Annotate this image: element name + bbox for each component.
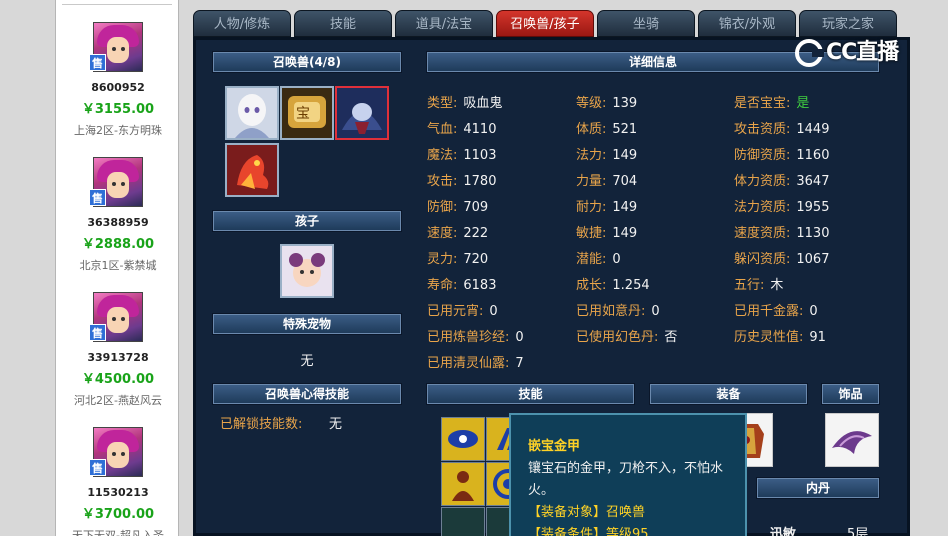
sale-badge: 售 <box>89 459 106 476</box>
sale-badge: 售 <box>89 189 106 206</box>
skills-header: 技能 <box>426 383 635 405</box>
svg-text:宝: 宝 <box>296 106 310 122</box>
tooltip-equip-requirement: 【装备条件】等级95 <box>528 527 649 536</box>
stat-element: 五行: 木 <box>734 278 784 293</box>
stat-type: 类型: 吸血鬼 <box>427 96 503 111</box>
tooltip-equip-target: 【装备对象】召唤兽 <box>528 505 646 520</box>
skill-slot[interactable] <box>441 417 485 461</box>
stat-constitution: 体质: 521 <box>576 122 638 137</box>
listing-price: ￥4500.00 <box>81 372 155 387</box>
neidan-header: 内丹 <box>756 477 880 499</box>
child-avatar-icon <box>282 246 332 296</box>
stat-hp-apt: 体力资质: 3647 <box>734 174 830 189</box>
ghost-pet-icon <box>227 88 277 138</box>
neidan-name: 迅敏 <box>770 527 797 536</box>
golden-beast-pet-icon: 宝 <box>282 88 332 138</box>
ornament-wing-icon <box>832 431 872 454</box>
unlocked-skills-label: 已解锁技能数: <box>220 417 303 432</box>
stat-lianshou: 已用炼兽珍经: 0 <box>427 330 524 345</box>
listing-price: ￥2888.00 <box>81 237 155 252</box>
special-pet-header: 特殊宠物 <box>212 313 402 335</box>
vampire-pet-icon <box>337 88 387 138</box>
logo-text: CC直播 <box>826 40 899 65</box>
equip-header: 装备 <box>649 383 808 405</box>
tooltip-description: 镶宝石的金甲，刀枪不入，不怕水火。 <box>528 461 724 498</box>
child-slot[interactable] <box>280 244 334 298</box>
pet-slot[interactable] <box>225 86 279 140</box>
tab-home[interactable]: 玩家之家 <box>799 10 897 37</box>
divider <box>62 4 172 5</box>
stat-growth: 成长: 1.254 <box>576 278 650 293</box>
fire-bird-pet-icon <box>227 145 277 195</box>
ornament-header: 饰品 <box>821 383 880 405</box>
listing-sidebar: 售 8600952 ￥3155.00 上海2区-东方明珠 售 36388959 … <box>55 0 179 536</box>
listing-server: 北京1区-紫禁城 <box>79 259 157 272</box>
ornament-slot[interactable] <box>825 413 879 467</box>
stat-qianjin: 已用千金露: 0 <box>734 304 818 319</box>
special-pet-value: 无 <box>300 354 314 369</box>
stat-dodge-apt: 躲闪资质: 1067 <box>734 252 830 267</box>
stat-lingxing: 历史灵性值: 91 <box>734 330 826 345</box>
stat-agility: 敏捷: 149 <box>576 226 638 241</box>
stat-attack-apt: 攻击资质: 1449 <box>734 122 830 137</box>
stat-lifespan: 寿命: 6183 <box>427 278 497 293</box>
listing-server: 河北2区-燕赵风云 <box>74 394 162 407</box>
skill-eye-icon <box>442 418 484 460</box>
stat-level: 等级: 139 <box>576 96 638 111</box>
stat-defense-apt: 防御资质: 1160 <box>734 148 830 163</box>
skill-figure-icon <box>442 463 484 505</box>
listing-id: 33913728 <box>87 351 149 364</box>
listing-id: 8600952 <box>91 81 145 94</box>
stat-speed-apt: 速度资质: 1130 <box>734 226 830 241</box>
stat-is-baby: 是否宝宝: 是 <box>734 96 810 111</box>
tab-mounts[interactable]: 坐骑 <box>597 10 695 37</box>
sale-badge: 售 <box>89 54 106 71</box>
unlocked-skills-value: 无 <box>329 417 343 432</box>
pet-slot[interactable]: 宝 <box>280 86 334 140</box>
stat-magic: 法力: 149 <box>576 148 638 163</box>
stat-endurance: 耐力: 149 <box>576 200 638 215</box>
stat-spirit: 灵力: 720 <box>427 252 489 267</box>
cc-logo-icon <box>795 39 824 67</box>
stat-defense: 防御: 709 <box>427 200 489 215</box>
stat-attack: 攻击: 1780 <box>427 174 497 189</box>
tab-character[interactable]: 人物/修炼 <box>193 10 291 37</box>
stat-ruyi: 已用如意丹: 0 <box>576 304 660 319</box>
stat-speed: 速度: 222 <box>427 226 489 241</box>
listing-id: 11530213 <box>87 486 149 499</box>
listing-server: 上海2区-东方明珠 <box>74 124 162 137</box>
tab-pets[interactable]: 召唤兽/孩子 <box>496 10 594 37</box>
listing-id: 36388959 <box>87 216 149 229</box>
stat-huanse: 已使用幻色丹: 否 <box>576 330 678 345</box>
skill-slot[interactable] <box>441 462 485 506</box>
listing-server: 天下无双-超凡入圣 <box>72 529 164 536</box>
listing-price: ￥3155.00 <box>81 102 155 117</box>
pet-slot[interactable] <box>225 143 279 197</box>
stat-qingling: 已用清灵仙露: 7 <box>427 356 524 371</box>
listing-price: ￥3700.00 <box>81 507 155 522</box>
item-tooltip: 嵌宝金甲 镶宝石的金甲，刀枪不入，不怕水火。 【装备对象】召唤兽 【装备条件】等… <box>509 413 747 536</box>
stat-mp: 魔法: 1103 <box>427 148 497 163</box>
neidan-level: 5层 <box>847 527 869 536</box>
sale-badge: 售 <box>89 324 106 341</box>
pet-slot-selected[interactable] <box>335 86 389 140</box>
heart-skill-header: 召唤兽心得技能 <box>212 383 402 405</box>
cc-live-logo: CC直播 <box>794 34 922 72</box>
children-header: 孩子 <box>212 210 402 232</box>
tooltip-title: 嵌宝金甲 <box>528 439 581 454</box>
tab-skills[interactable]: 技能 <box>294 10 392 37</box>
stat-yuanxiao: 已用元宵: 0 <box>427 304 498 319</box>
skill-slot-empty[interactable] <box>441 507 485 536</box>
stat-hp: 气血: 4110 <box>427 122 497 137</box>
stat-magic-apt: 法力资质: 1955 <box>734 200 830 215</box>
tab-appearance[interactable]: 锦衣/外观 <box>698 10 796 37</box>
stat-strength: 力量: 704 <box>576 174 638 189</box>
pet-list-header: 召唤兽(4/8) <box>212 51 402 73</box>
tab-items[interactable]: 道具/法宝 <box>395 10 493 37</box>
stat-potential: 潜能: 0 <box>576 252 621 267</box>
